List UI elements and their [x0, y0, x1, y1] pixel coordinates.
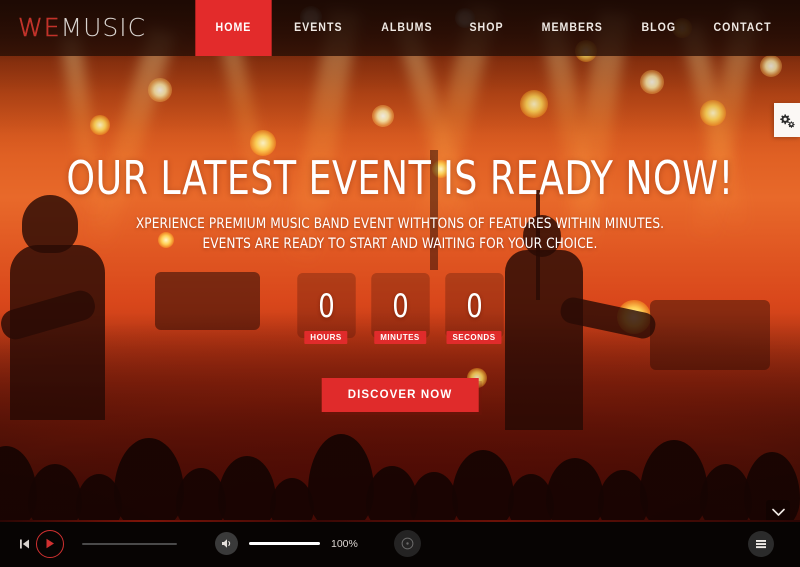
site-logo[interactable]: WEMUSIC — [18, 13, 147, 42]
volume-value: 100% — [331, 537, 358, 550]
nav-label: SHOP — [469, 22, 504, 34]
nav-label: BLOG — [641, 22, 676, 34]
discover-now-button[interactable]: DISCOVER NOW — [321, 378, 479, 412]
volume-slider[interactable] — [249, 542, 320, 545]
countdown-label: SECONDS — [446, 331, 502, 344]
nav-item-home[interactable]: HOME — [195, 0, 272, 56]
playlist-button[interactable] — [748, 530, 774, 557]
settings-panel-toggle[interactable] — [774, 103, 800, 137]
nav-item-members[interactable]: MEMBERS — [526, 0, 618, 56]
top-navigation-bar: WEMUSIC HOME EVENTS ALBUMS SHOP MEMBERS … — [0, 0, 800, 56]
nav-item-events[interactable]: EVENTS — [278, 0, 358, 56]
chevron-down-icon — [771, 508, 785, 516]
countdown-unit-seconds: 0 SECONDS — [442, 273, 507, 351]
nav-item-blog[interactable]: BLOG — [626, 0, 692, 56]
nav-item-albums[interactable]: ALBUMS — [365, 0, 448, 56]
hero-subtitle: XPERIENCE PREMIUM MUSIC BAND EVENT WITHT… — [135, 216, 665, 252]
countdown-value: 0 — [444, 273, 504, 338]
countdown-timer: 0 HOURS 0 MINUTES 0 SECONDS — [0, 273, 800, 351]
volume-button[interactable] — [215, 532, 238, 555]
countdown-label: MINUTES — [374, 331, 426, 344]
countdown-unit-minutes: 0 MINUTES — [368, 273, 433, 351]
main-nav: HOME EVENTS ALBUMS SHOP MEMBERS BLOG CON… — [192, 0, 800, 56]
track-progress-slider[interactable] — [82, 542, 177, 545]
page-title: OUR LATEST EVENT IS READY NOW! — [66, 151, 734, 205]
nav-label: ALBUMS — [380, 22, 433, 34]
player-divider — [0, 520, 800, 522]
nav-label: CONTACT — [713, 22, 772, 34]
nav-label: EVENTS — [294, 22, 343, 34]
countdown-label: HOURS — [304, 331, 348, 344]
countdown-value: 0 — [370, 273, 430, 338]
play-button[interactable] — [36, 529, 64, 558]
nav-item-contact[interactable]: CONTACT — [698, 0, 787, 56]
audio-player-bar: 100% — [0, 520, 800, 567]
logo-text-music: MUSIC — [60, 13, 147, 42]
nav-item-shop[interactable]: SHOP — [454, 0, 519, 56]
page-root: WEMUSIC HOME EVENTS ALBUMS SHOP MEMBERS … — [0, 0, 800, 567]
repeat-button[interactable] — [393, 530, 421, 557]
shopping-cart-icon[interactable] — [792, 0, 800, 56]
playlist-icon — [756, 539, 766, 548]
logo-text-we: WE — [18, 13, 61, 42]
nav-label: MEMBERS — [541, 22, 604, 34]
volume-icon — [221, 539, 230, 548]
hero-content: OUR LATEST EVENT IS READY NOW! XPERIENCE… — [0, 0, 800, 520]
repeat-icon — [401, 537, 414, 550]
countdown-unit-hours: 0 HOURS — [294, 273, 359, 351]
skip-previous-icon — [20, 539, 29, 548]
play-icon — [46, 538, 54, 549]
gears-icon — [779, 113, 795, 128]
countdown-value: 0 — [296, 273, 356, 338]
nav-label: HOME — [215, 22, 252, 34]
previous-track-button[interactable] — [20, 539, 29, 549]
